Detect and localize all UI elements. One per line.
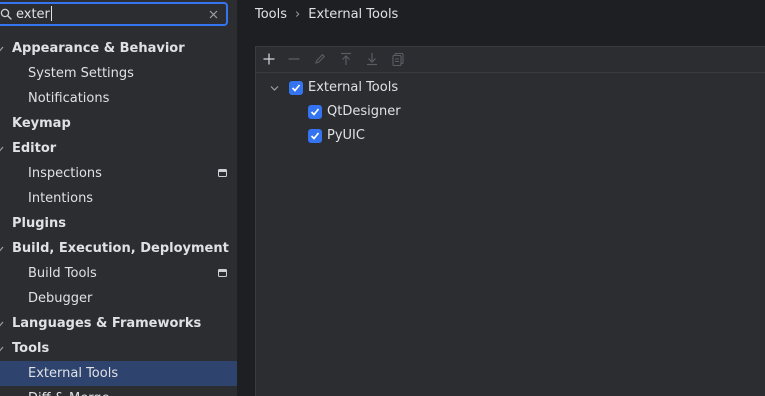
chevron-down-icon[interactable] bbox=[0, 245, 4, 253]
clear-search-icon[interactable] bbox=[209, 10, 218, 19]
sidebar-item-plugins[interactable]: Plugins bbox=[0, 211, 237, 236]
sidebar-item-system-settings[interactable]: System Settings bbox=[0, 61, 237, 86]
tool-row-qtdesigner[interactable]: QtDesigner bbox=[256, 100, 765, 124]
checkmark-icon bbox=[291, 84, 301, 92]
tool-checkbox[interactable] bbox=[308, 105, 322, 119]
chevron-down-icon[interactable] bbox=[270, 84, 279, 93]
sidebar-item-label: Languages & Frameworks bbox=[12, 316, 202, 331]
sidebar-item-label: External Tools bbox=[28, 366, 119, 381]
sidebar-item-diff-merge[interactable]: Diff & Merge bbox=[0, 386, 237, 396]
chevron-down-icon[interactable] bbox=[0, 45, 4, 53]
settings-sidebar: exter Appearance & Behavior System Setti… bbox=[0, 0, 237, 396]
sidebar-item-tools[interactable]: Tools bbox=[0, 336, 237, 361]
move-down-icon[interactable] bbox=[364, 51, 380, 67]
breadcrumb-current: External Tools bbox=[308, 7, 399, 22]
search-icon bbox=[0, 8, 12, 20]
sidebar-item-label: Build, Execution, Deployment bbox=[12, 241, 229, 256]
sidebar-item-editor[interactable]: Editor bbox=[0, 136, 237, 161]
move-up-icon[interactable] bbox=[338, 51, 354, 67]
settings-content: Tools › External Tools External Tools Qt… bbox=[238, 0, 765, 396]
settings-window: exter Appearance & Behavior System Setti… bbox=[0, 0, 765, 396]
remove-icon[interactable] bbox=[286, 51, 302, 67]
breadcrumb: Tools › External Tools bbox=[255, 6, 398, 24]
tool-row-pyuic[interactable]: PyUIC bbox=[256, 124, 765, 148]
breadcrumb-parent[interactable]: Tools bbox=[255, 7, 287, 22]
sidebar-item-label: Build Tools bbox=[28, 266, 97, 281]
sidebar-item-keymap[interactable]: Keymap bbox=[0, 111, 237, 136]
edit-icon[interactable] bbox=[312, 51, 328, 67]
add-icon[interactable] bbox=[261, 51, 277, 67]
project-settings-icon bbox=[218, 269, 227, 277]
sidebar-item-debugger[interactable]: Debugger bbox=[0, 286, 237, 311]
sidebar-item-label: System Settings bbox=[28, 66, 134, 81]
settings-search-box[interactable]: exter bbox=[0, 2, 228, 26]
chevron-down-icon[interactable] bbox=[0, 320, 4, 328]
sidebar-item-label: Keymap bbox=[12, 116, 71, 131]
chevron-down-icon[interactable] bbox=[0, 145, 4, 153]
tool-group-checkbox[interactable] bbox=[289, 81, 303, 95]
chevron-down-icon[interactable] bbox=[0, 345, 4, 353]
tool-label: QtDesigner bbox=[327, 104, 401, 119]
external-tools-tree: External Tools QtDesigner PyUIC bbox=[256, 76, 765, 148]
sidebar-item-languages-frameworks[interactable]: Languages & Frameworks bbox=[0, 311, 237, 336]
settings-tree: Appearance & Behavior System Settings No… bbox=[0, 36, 237, 396]
tool-group-label: External Tools bbox=[308, 80, 399, 95]
sidebar-item-external-tools[interactable]: External Tools bbox=[0, 361, 237, 386]
sidebar-item-notifications[interactable]: Notifications bbox=[0, 86, 237, 111]
sidebar-item-label: Intentions bbox=[28, 191, 94, 206]
sidebar-item-label: Diff & Merge bbox=[28, 386, 110, 396]
copy-icon[interactable] bbox=[390, 51, 406, 67]
sidebar-item-appearance-behavior[interactable]: Appearance & Behavior bbox=[0, 36, 237, 61]
sidebar-item-intentions[interactable]: Intentions bbox=[0, 186, 237, 211]
external-tools-toolbar bbox=[256, 47, 765, 73]
checkmark-icon bbox=[310, 108, 320, 116]
breadcrumb-separator: › bbox=[295, 7, 301, 22]
sidebar-item-inspections[interactable]: Inspections bbox=[0, 161, 237, 186]
sidebar-item-label: Inspections bbox=[28, 166, 102, 181]
sidebar-item-label: Notifications bbox=[28, 91, 110, 106]
sidebar-item-label: Tools bbox=[12, 341, 50, 356]
tool-label: PyUIC bbox=[327, 128, 365, 143]
tool-group-row[interactable]: External Tools bbox=[256, 76, 765, 100]
tool-checkbox[interactable] bbox=[308, 129, 322, 143]
sidebar-item-label: Appearance & Behavior bbox=[12, 41, 185, 56]
project-settings-icon bbox=[218, 169, 227, 177]
sidebar-item-label: Plugins bbox=[12, 216, 66, 231]
sidebar-item-build-execution-deployment[interactable]: Build, Execution, Deployment bbox=[0, 236, 237, 261]
sidebar-item-label: Editor bbox=[12, 141, 57, 156]
search-input[interactable]: exter bbox=[16, 6, 52, 23]
sidebar-item-label: Debugger bbox=[28, 291, 93, 306]
sidebar-item-build-tools[interactable]: Build Tools bbox=[0, 261, 237, 286]
checkmark-icon bbox=[310, 132, 320, 140]
external-tools-panel: External Tools QtDesigner PyUIC bbox=[255, 46, 765, 396]
